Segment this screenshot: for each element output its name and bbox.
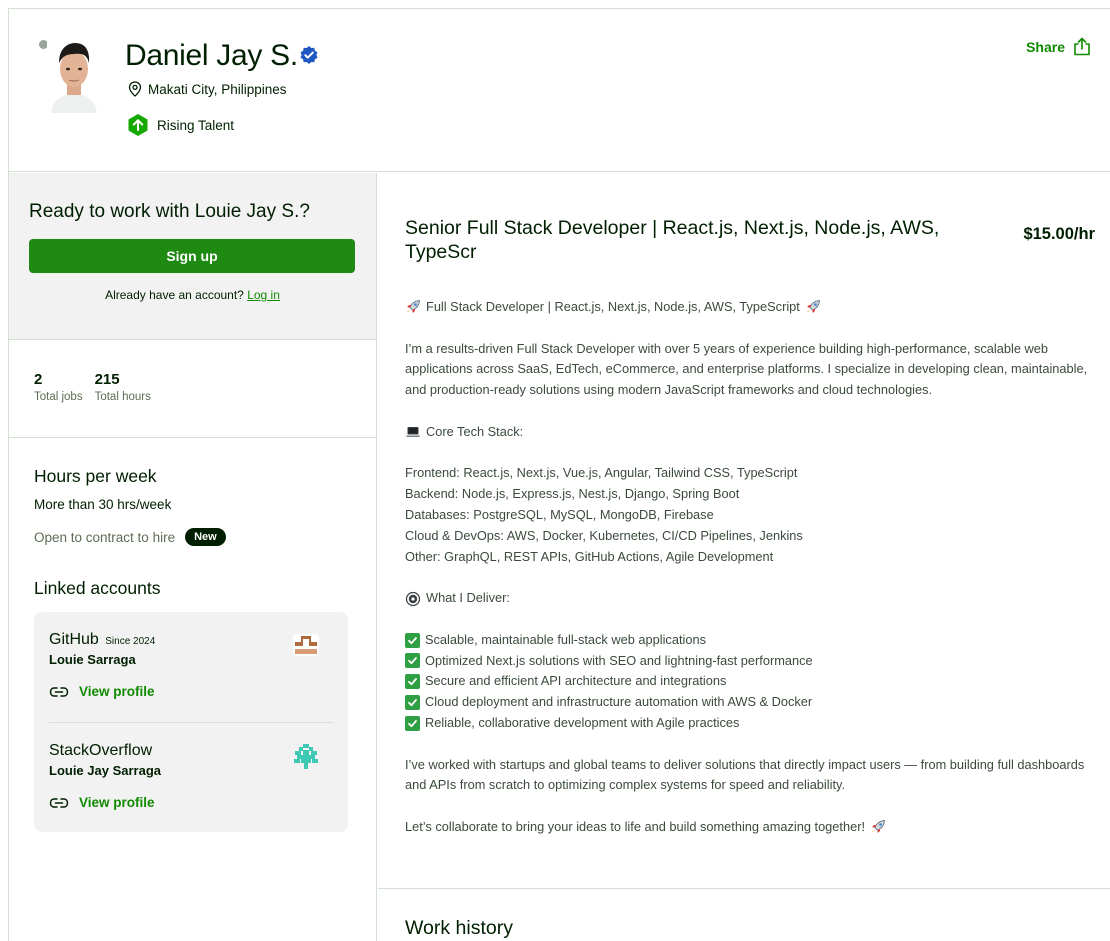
new-badge: New	[185, 528, 226, 546]
link-icon	[49, 797, 69, 808]
stat-label: Total jobs	[34, 391, 83, 403]
deliverable-item: Secure and efficient API architecture an…	[405, 671, 1105, 692]
tech-stack-item: Backend: Node.js, Express.js, Nest.js, D…	[405, 486, 740, 502]
profile-name: Daniel Jay S.	[125, 39, 298, 72]
signup-cta: Ready to work with Louie Jay S.? Sign up…	[9, 173, 376, 340]
tech-stack-list: Frontend: React.js, Next.js, Vue.js, Ang…	[405, 463, 1105, 567]
share-button[interactable]: Share	[1026, 37, 1091, 56]
tech-stack-item: Cloud & DevOps: AWS, Docker, Kubernetes,…	[405, 527, 803, 543]
closing-text: Let’s collaborate to bring your ideas to…	[405, 818, 866, 834]
gear-icon	[405, 591, 421, 606]
deliverables-list: Scalable, maintainable full-stack web ap…	[405, 630, 1105, 734]
profile-main: Senior Full Stack Developer | React.js, …	[378, 173, 1110, 941]
deliverable-item: Scalable, maintainable full-stack web ap…	[405, 630, 1105, 651]
view-profile-link[interactable]: View profile	[49, 684, 333, 699]
deliverable-item: Cloud deployment and infrastructure auto…	[405, 692, 1105, 713]
tech-stack-item: Other: GraphQL, REST APIs, GitHub Action…	[405, 548, 774, 564]
stack-heading: Core Tech Stack:	[426, 423, 524, 439]
check-mark-icon	[405, 653, 420, 669]
login-prompt: Already have an account? Log in	[29, 288, 356, 302]
share-label: Share	[1026, 38, 1065, 55]
experience-paragraph: I’ve worked with startups and global tea…	[405, 756, 1085, 793]
linked-account-github: GitHub Since 2024 Louie Sarraga View pro…	[49, 612, 333, 722]
location-text: Makati City, Philippines	[148, 81, 287, 97]
stackoverflow-avatar-icon	[294, 744, 318, 769]
profile-sidebar: Ready to work with Louie Jay S.? Sign up…	[9, 173, 377, 941]
profile-header: Daniel Jay S. Makati City, Philippines R…	[9, 9, 1110, 172]
deliverable-text: Optimized Next.js solutions with SEO and…	[425, 652, 813, 668]
stat-label: Total hours	[94, 391, 151, 403]
share-icon	[1074, 37, 1090, 56]
login-link[interactable]: Log in	[247, 288, 280, 302]
work-history-heading: Work history	[405, 917, 513, 939]
view-profile-label: View profile	[79, 684, 155, 699]
hourly-rate: $15.00/hr	[1023, 225, 1095, 243]
profile-description: Full Stack Developer | React.js, Next.js…	[405, 297, 1105, 838]
linked-accounts-card: GitHub Since 2024 Louie Sarraga View pro…	[34, 612, 348, 832]
check-mark-icon	[405, 674, 420, 690]
cta-title: Ready to work with Louie Jay S.?	[29, 201, 310, 222]
deliverable-text: Cloud deployment and infrastructure auto…	[425, 694, 813, 710]
account-since: Since 2024	[105, 636, 156, 647]
deliver-heading-line: What I Deliver:	[405, 588, 1105, 609]
intro-line: Full Stack Developer | React.js, Next.js…	[405, 297, 1105, 318]
work-stats: 2 Total jobs 215 Total hours	[9, 340, 376, 438]
rising-talent-badge: Rising Talent	[126, 113, 234, 137]
deliverable-text: Scalable, maintainable full-stack web ap…	[425, 631, 706, 647]
view-profile-link[interactable]: View profile	[49, 795, 333, 810]
stat-total-hours: 215 Total hours	[95, 371, 151, 437]
rocket-icon	[806, 300, 820, 314]
tech-stack-item: Databases: PostgreSQL, MySQL, MongoDB, F…	[405, 506, 714, 522]
avatar	[47, 37, 101, 113]
location-pin-icon	[128, 81, 142, 97]
check-mark-icon	[405, 695, 420, 711]
stat-total-jobs: 2 Total jobs	[34, 371, 83, 437]
profile-page: Daniel Jay S. Makati City, Philippines R…	[8, 8, 1110, 941]
rocket-icon	[406, 300, 420, 314]
github-avatar-icon	[293, 634, 319, 656]
view-profile-label: View profile	[79, 795, 155, 810]
profile-location: Makati City, Philippines	[128, 81, 287, 97]
tech-stack-item: Frontend: React.js, Next.js, Vue.js, Ang…	[405, 465, 798, 481]
account-name: GitHub	[49, 631, 99, 648]
laptop-icon	[405, 427, 421, 438]
verified-badge-icon	[300, 46, 318, 64]
contract-to-hire: Open to contract to hire New	[34, 528, 376, 546]
contract-text: Open to contract to hire	[34, 529, 176, 545]
rising-talent-icon	[128, 114, 148, 136]
check-mark-icon	[405, 632, 420, 648]
deliverable-item: Optimized Next.js solutions with SEO and…	[405, 651, 1105, 672]
stack-heading-line: Core Tech Stack:	[405, 422, 1105, 443]
deliver-heading: What I Deliver:	[426, 590, 510, 606]
deliverable-text: Secure and efficient API architecture an…	[425, 673, 727, 689]
account-name: StackOverflow	[49, 742, 153, 759]
closing-line: Let’s collaborate to bring your ideas to…	[405, 817, 1105, 838]
check-mark-icon	[405, 715, 420, 731]
stat-value: 2	[34, 371, 43, 388]
deliverable-item: Reliable, collaborative development with…	[405, 713, 1105, 734]
summary-paragraph: I’m a results-driven Full Stack Develope…	[405, 340, 1088, 398]
rising-talent-label: Rising Talent	[157, 117, 235, 133]
profile-headline: Senior Full Stack Developer | React.js, …	[405, 217, 940, 263]
availability-section: Hours per week More than 30 hrs/week Ope…	[9, 438, 376, 832]
link-icon	[49, 686, 69, 697]
section-divider	[378, 888, 1110, 889]
stat-value: 215	[94, 371, 120, 388]
linked-account-stackoverflow: StackOverflow Louie Jay Sarraga View pro…	[49, 722, 333, 832]
signup-button[interactable]: Sign up	[29, 239, 355, 273]
login-prompt-text: Already have an account?	[105, 288, 244, 302]
hours-value: More than 30 hrs/week	[34, 497, 172, 512]
hours-heading: Hours per week	[34, 466, 157, 486]
deliverable-text: Reliable, collaborative development with…	[425, 714, 740, 730]
rocket-icon	[871, 820, 885, 834]
intro-text: Full Stack Developer | React.js, Next.js…	[426, 299, 800, 314]
linked-accounts-heading: Linked accounts	[34, 578, 161, 598]
